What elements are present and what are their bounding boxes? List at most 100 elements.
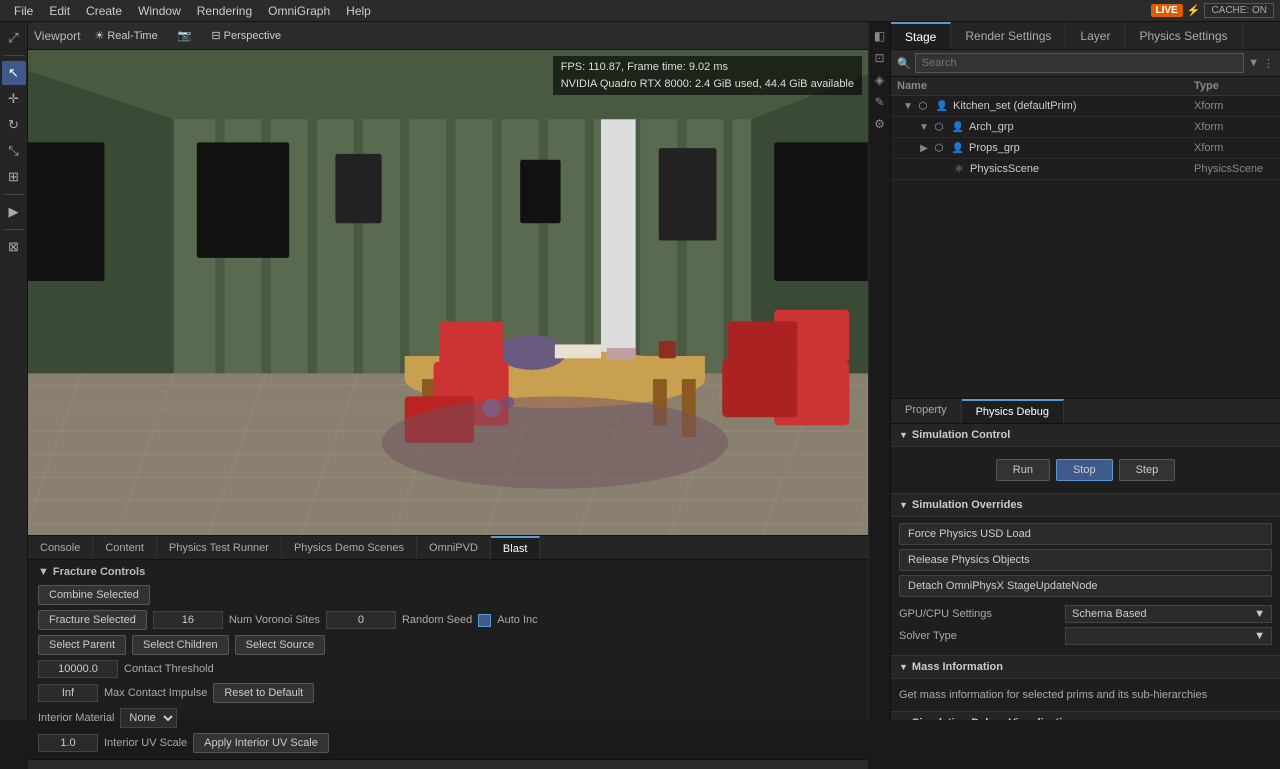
stage-tab-stage[interactable]: Stage bbox=[891, 22, 951, 49]
filter-icon[interactable]: ▼ bbox=[1248, 57, 1259, 69]
sim-overrides-arrow: ▼ bbox=[899, 500, 908, 510]
expander-0[interactable]: ▼ bbox=[901, 101, 915, 112]
stage-icon[interactable]: ◧ bbox=[870, 26, 890, 46]
snap-btn[interactable]: ⊠ bbox=[2, 235, 26, 259]
fc-row-max-contact: Max Contact Impulse Reset to Default bbox=[38, 683, 858, 703]
menu-window[interactable]: Window bbox=[130, 0, 189, 21]
tab-console[interactable]: Console bbox=[28, 536, 93, 559]
panel-tab-property[interactable]: Property bbox=[891, 399, 962, 423]
sim-control-title: Simulation Control bbox=[912, 429, 1010, 441]
stage-tab-physics[interactable]: Physics Settings bbox=[1125, 22, 1242, 49]
contact-threshold-value-input[interactable] bbox=[38, 660, 118, 678]
auto-inc-label: Auto Inc bbox=[497, 614, 537, 626]
num-voronoi-label: Num Voronoi Sites bbox=[229, 614, 320, 626]
reset-to-default-btn[interactable]: Reset to Default bbox=[213, 683, 314, 703]
search-input[interactable] bbox=[915, 53, 1244, 73]
tree-item-physics-scene[interactable]: ⚛ PhysicsScene PhysicsScene bbox=[891, 159, 1280, 180]
force-physics-usd-btn[interactable]: Force Physics USD Load bbox=[899, 523, 1272, 545]
rotate-tool-btn[interactable]: ↻ bbox=[2, 113, 26, 137]
mass-info-body: Get mass information for selected prims … bbox=[891, 679, 1280, 712]
tree-item-kitchen[interactable]: ▼ ⬡ 👤 Kitchen_set (defaultPrim) Xform bbox=[891, 96, 1280, 117]
solver-type-select[interactable]: ▼ bbox=[1065, 627, 1272, 645]
transform-tool-btn[interactable]: ⊞ bbox=[2, 165, 26, 189]
step-btn[interactable]: Step bbox=[1119, 459, 1176, 481]
stage-tab-layer[interactable]: Layer bbox=[1066, 22, 1125, 49]
expand-icon: ▼ bbox=[38, 566, 49, 578]
scale-tool-btn[interactable]: ⤡ bbox=[2, 139, 26, 163]
panel-tab-physics-debug[interactable]: Physics Debug bbox=[962, 399, 1064, 423]
tree-header: Name Type bbox=[891, 77, 1280, 96]
menu-file[interactable]: File bbox=[6, 0, 41, 21]
sim-overrides-header[interactable]: ▼ Simulation Overrides bbox=[891, 494, 1280, 517]
viewport-toolbar: Viewport ☀ Real-Time 📷 ⊟ Perspective bbox=[28, 22, 868, 50]
prim-icon-0: 👤 bbox=[934, 98, 950, 114]
menu-bar: File Edit Create Window Rendering OmniGr… bbox=[0, 0, 1280, 22]
material-icon[interactable]: ◈ bbox=[870, 70, 890, 90]
max-contact-value-input[interactable] bbox=[38, 684, 98, 702]
settings-icon[interactable]: ⚙ bbox=[870, 114, 890, 134]
interior-uv-scale-input[interactable] bbox=[38, 734, 98, 752]
fps-line1: FPS: 110.87, Frame time: 9.02 ms bbox=[561, 59, 854, 76]
num-voronoi-input[interactable] bbox=[326, 611, 396, 629]
sim-debug-viz-header[interactable]: ▼ Simulation Debug Visualization bbox=[891, 712, 1280, 720]
tab-physics-demo[interactable]: Physics Demo Scenes bbox=[282, 536, 417, 559]
fps-overlay: FPS: 110.87, Frame time: 9.02 ms NVIDIA … bbox=[553, 56, 862, 95]
play-btn[interactable]: ▶ bbox=[2, 200, 26, 224]
prim-icon-1: 👤 bbox=[950, 119, 966, 135]
realtime-btn[interactable]: ☀ Real-Time bbox=[88, 27, 163, 44]
select-source-btn[interactable]: Select Source bbox=[235, 635, 325, 655]
tab-content[interactable]: Content bbox=[93, 536, 157, 559]
menu-create[interactable]: Create bbox=[78, 0, 130, 21]
tree-item-type-2: Xform bbox=[1194, 142, 1274, 154]
fracture-value-input[interactable] bbox=[153, 611, 223, 629]
solver-type-label: Solver Type bbox=[899, 630, 1059, 642]
stop-btn[interactable]: Stop bbox=[1056, 459, 1113, 481]
release-physics-btn[interactable]: Release Physics Objects bbox=[899, 549, 1272, 571]
perspective-btn[interactable]: ⊟ Perspective bbox=[205, 27, 287, 44]
menu-edit[interactable]: Edit bbox=[41, 0, 78, 21]
interior-material-select[interactable]: None bbox=[120, 708, 177, 728]
fracture-controls-title: Fracture Controls bbox=[53, 566, 145, 578]
combine-selected-btn[interactable]: Combine Selected bbox=[38, 585, 150, 605]
xform-icon-2: ⬡ bbox=[931, 140, 947, 156]
gpu-cpu-value: Schema Based bbox=[1072, 608, 1147, 620]
expander-1[interactable]: ▼ bbox=[917, 122, 931, 133]
physics-panel-tabs: Property Physics Debug bbox=[891, 399, 1280, 424]
sim-control-buttons: Run Stop Step bbox=[899, 453, 1272, 487]
separator-icon: ⚡ bbox=[1187, 4, 1201, 17]
fps-line2: NVIDIA Quadro RTX 8000: 2.4 GiB used, 44… bbox=[561, 76, 854, 93]
fracture-selected-btn[interactable]: Fracture Selected bbox=[38, 610, 147, 630]
menu-rendering[interactable]: Rendering bbox=[189, 0, 260, 21]
select-parent-btn[interactable]: Select Parent bbox=[38, 635, 126, 655]
expander-2[interactable]: ▶ bbox=[917, 143, 931, 154]
camera-btn[interactable]: 📷 bbox=[172, 27, 198, 44]
realtime-label: Real-Time bbox=[107, 30, 157, 42]
detach-omniphysx-btn[interactable]: Detach OmniPhysX StageUpdateNode bbox=[899, 575, 1272, 597]
sim-control-arrow: ▼ bbox=[899, 430, 908, 440]
tab-blast[interactable]: Blast bbox=[491, 536, 540, 559]
menu-help[interactable]: Help bbox=[338, 0, 379, 21]
layers-icon[interactable]: ⊡ bbox=[870, 48, 890, 68]
move-tool-btn[interactable]: ✛ bbox=[2, 87, 26, 111]
sim-control-header[interactable]: ▼ Simulation Control bbox=[891, 424, 1280, 447]
menu-omnigraph[interactable]: OmniGraph bbox=[260, 0, 338, 21]
options-icon[interactable]: ⋮ bbox=[1263, 57, 1274, 70]
fullscreen-btn[interactable]: ⤢ bbox=[2, 26, 26, 50]
bottom-scrollbar[interactable] bbox=[28, 759, 868, 769]
gpu-cpu-select[interactable]: Schema Based ▼ bbox=[1065, 605, 1272, 623]
run-btn[interactable]: Run bbox=[996, 459, 1050, 481]
stage-tab-render[interactable]: Render Settings bbox=[951, 22, 1066, 49]
viewport-canvas[interactable]: FPS: 110.87, Frame time: 9.02 ms NVIDIA … bbox=[28, 50, 868, 535]
tab-physics-test[interactable]: Physics Test Runner bbox=[157, 536, 282, 559]
tree-item-arch[interactable]: ▼ ⬡ 👤 Arch_grp Xform bbox=[891, 117, 1280, 138]
tab-omnipvd[interactable]: OmniPVD bbox=[417, 536, 491, 559]
mass-info-header[interactable]: ▼ Mass Information bbox=[891, 656, 1280, 679]
apply-interior-uv-btn[interactable]: Apply Interior UV Scale bbox=[193, 733, 329, 753]
tree-item-type-3: PhysicsScene bbox=[1194, 163, 1274, 175]
brush-icon[interactable]: ✎ bbox=[870, 92, 890, 112]
select-tool-btn[interactable]: ↖ bbox=[2, 61, 26, 85]
fc-row-contact: Contact Threshold bbox=[38, 660, 858, 678]
random-seed-checkbox[interactable] bbox=[478, 614, 491, 627]
select-children-btn[interactable]: Select Children bbox=[132, 635, 229, 655]
tree-item-props[interactable]: ▶ ⬡ 👤 Props_grp Xform bbox=[891, 138, 1280, 159]
